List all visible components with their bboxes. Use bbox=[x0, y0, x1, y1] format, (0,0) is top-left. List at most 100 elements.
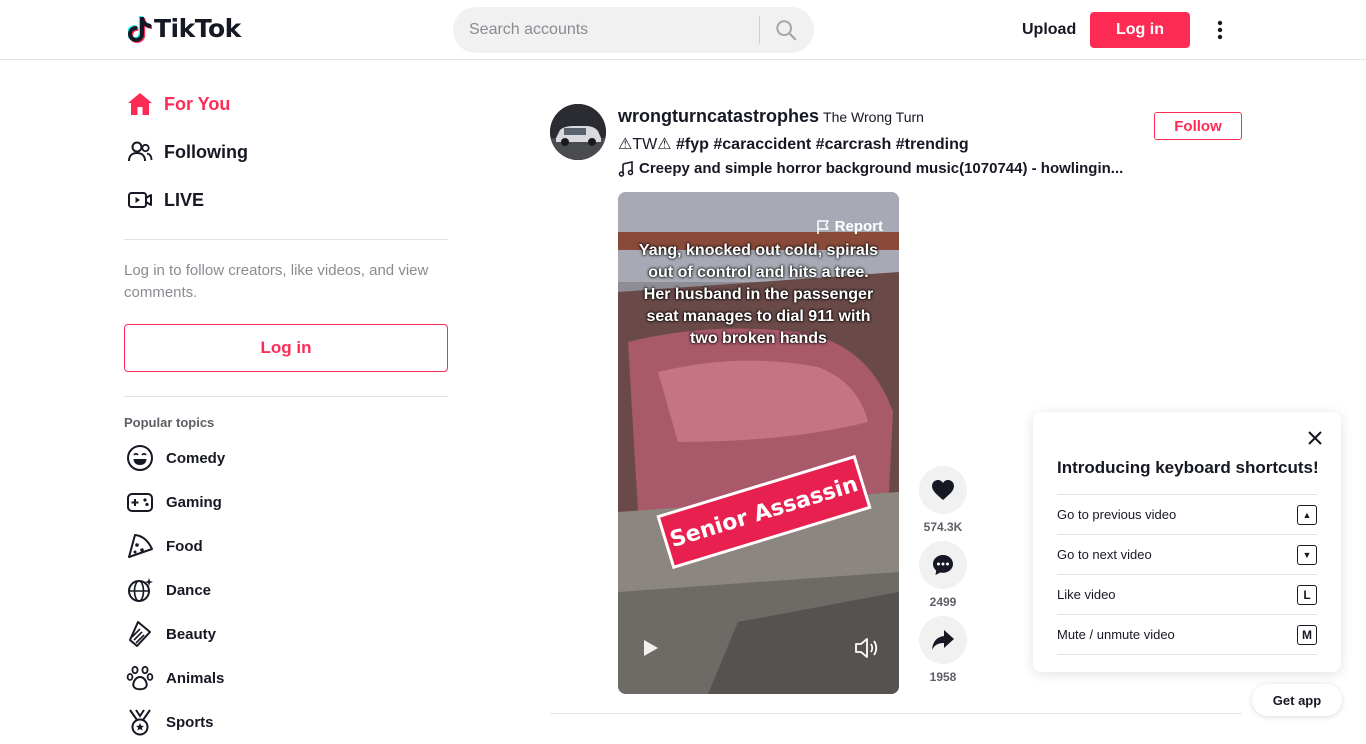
header-login-button[interactable]: Log in bbox=[1090, 12, 1190, 48]
sidebar: For You Following LIVE Log in to follow … bbox=[124, 61, 448, 744]
live-icon bbox=[124, 184, 156, 216]
comb-icon bbox=[124, 618, 156, 650]
arrow-up-key-icon: ▲ bbox=[1297, 504, 1317, 525]
shortcuts-title: Introducing keyboard shortcuts! bbox=[1057, 458, 1319, 477]
m-key-icon: M bbox=[1297, 624, 1317, 645]
like-button[interactable] bbox=[919, 466, 967, 514]
topic-sports[interactable]: Sports bbox=[124, 700, 448, 744]
shortcut-row: Mute / unmute video M bbox=[1057, 615, 1317, 655]
shortcuts-list: Go to previous video ▲ Go to next video … bbox=[1057, 494, 1317, 655]
keyboard-shortcuts-popup: Introducing keyboard shortcuts! Go to pr… bbox=[1033, 412, 1341, 672]
feed-divider bbox=[550, 713, 1242, 714]
l-key-icon: L bbox=[1297, 584, 1317, 605]
like-action: 574.3K bbox=[918, 466, 968, 534]
topic-beauty[interactable]: Beauty bbox=[124, 612, 448, 656]
author-avatar[interactable] bbox=[550, 104, 606, 160]
sidebar-divider bbox=[124, 396, 448, 397]
search-button[interactable] bbox=[760, 7, 812, 53]
shortcut-row: Go to next video ▼ bbox=[1057, 535, 1317, 575]
laugh-icon bbox=[124, 442, 156, 474]
play-icon bbox=[644, 640, 658, 656]
caption-text: ⚠TW⚠ bbox=[618, 136, 672, 153]
get-app-button[interactable]: Get app bbox=[1252, 684, 1342, 716]
volume-button[interactable] bbox=[854, 636, 880, 665]
heart-icon bbox=[932, 480, 954, 500]
comment-button[interactable] bbox=[919, 541, 967, 589]
topic-comedy[interactable]: Comedy bbox=[124, 436, 448, 480]
disco-ball-icon bbox=[124, 574, 156, 606]
topic-gaming[interactable]: Gaming bbox=[124, 480, 448, 524]
play-button[interactable] bbox=[642, 638, 660, 663]
search-input[interactable] bbox=[453, 21, 759, 39]
main-nav: For You Following LIVE bbox=[124, 61, 448, 224]
flag-icon bbox=[816, 219, 829, 234]
nav-following-label: Following bbox=[164, 141, 248, 162]
topic-label: Dance bbox=[166, 581, 212, 599]
topic-label: Beauty bbox=[166, 625, 217, 643]
report-label: Report bbox=[834, 218, 883, 235]
hashtag-link[interactable]: #caraccident bbox=[713, 136, 811, 153]
video-overlay-text: Yang, knocked out cold, spirals out of c… bbox=[638, 242, 879, 347]
nav-live[interactable]: LIVE bbox=[124, 176, 448, 224]
video-player[interactable]: Report Yang, knocked out cold, spirals o… bbox=[618, 192, 899, 694]
follow-button[interactable]: Follow bbox=[1154, 112, 1242, 140]
popular-topics-heading: Popular topics bbox=[124, 415, 215, 430]
topic-label: Gaming bbox=[166, 493, 222, 511]
author-nickname: The Wrong Turn bbox=[823, 109, 924, 125]
users-icon bbox=[124, 136, 156, 168]
pizza-icon bbox=[124, 530, 156, 562]
music-note-icon bbox=[618, 160, 634, 177]
search-icon bbox=[776, 20, 797, 41]
share-action: 1958 bbox=[918, 616, 968, 684]
share-count: 1958 bbox=[929, 670, 957, 684]
nav-following[interactable]: Following bbox=[124, 128, 448, 176]
tiktok-logo[interactable]: TikTok bbox=[128, 14, 241, 43]
nav-for-you-label: For You bbox=[164, 93, 231, 114]
logo-text: TikTok bbox=[154, 14, 241, 43]
paw-icon bbox=[124, 662, 156, 694]
music-title: Creepy and simple horror background musi… bbox=[639, 160, 1124, 177]
hashtag-link[interactable]: #fyp bbox=[676, 136, 709, 153]
comment-count: 2499 bbox=[929, 595, 957, 609]
sidebar-login-button[interactable]: Log in bbox=[124, 324, 448, 372]
topic-food[interactable]: Food bbox=[124, 524, 448, 568]
post-caption: ⚠TW⚠ #fyp #caraccident #carcrash #trendi… bbox=[618, 134, 969, 154]
shortcut-label: Mute / unmute video bbox=[1057, 627, 1175, 642]
hashtag-link[interactable]: #carcrash bbox=[816, 136, 892, 153]
topic-label: Food bbox=[166, 537, 203, 555]
report-button[interactable]: Report bbox=[815, 218, 883, 235]
share-button[interactable] bbox=[919, 616, 967, 664]
comment-action: 2499 bbox=[918, 541, 968, 609]
share-icon bbox=[932, 630, 954, 650]
shortcut-row: Like video L bbox=[1057, 575, 1317, 615]
close-button[interactable] bbox=[1305, 428, 1325, 448]
vertical-dots-icon bbox=[1217, 20, 1223, 40]
like-count: 574.3K bbox=[923, 520, 963, 534]
author-username[interactable]: wrongturncatastrophes bbox=[618, 106, 819, 127]
shortcut-label: Go to next video bbox=[1057, 547, 1152, 562]
hashtag-link[interactable]: #trending bbox=[896, 136, 969, 153]
login-hint-text: Log in to follow creators, like videos, … bbox=[124, 262, 429, 301]
tiktok-note-icon bbox=[128, 15, 152, 43]
more-menu-button[interactable] bbox=[1208, 16, 1232, 44]
comment-icon bbox=[933, 555, 953, 575]
video-actions: 574.3K 2499 1958 bbox=[918, 466, 968, 691]
topic-animals[interactable]: Animals bbox=[124, 656, 448, 700]
author-info[interactable]: wrongturncatastrophes The Wrong Turn bbox=[618, 106, 924, 127]
arrow-down-key-icon: ▼ bbox=[1297, 544, 1317, 565]
music-link[interactable]: Creepy and simple horror background musi… bbox=[618, 160, 1123, 177]
medal-icon bbox=[124, 706, 156, 738]
topic-label: Animals bbox=[166, 669, 225, 687]
top-header: TikTok Upload Log in bbox=[0, 0, 1366, 60]
shortcut-label: Like video bbox=[1057, 587, 1116, 602]
topic-label: Comedy bbox=[166, 449, 226, 467]
shortcut-label: Go to previous video bbox=[1057, 507, 1177, 522]
nav-live-label: LIVE bbox=[164, 189, 205, 210]
close-icon bbox=[1308, 431, 1322, 445]
topic-dance[interactable]: Dance bbox=[124, 568, 448, 612]
home-icon bbox=[124, 88, 156, 120]
nav-for-you[interactable]: For You bbox=[124, 80, 448, 128]
search-bar bbox=[453, 7, 814, 53]
shortcut-row: Go to previous video ▲ bbox=[1057, 495, 1317, 535]
upload-button[interactable]: Upload bbox=[1012, 12, 1086, 48]
